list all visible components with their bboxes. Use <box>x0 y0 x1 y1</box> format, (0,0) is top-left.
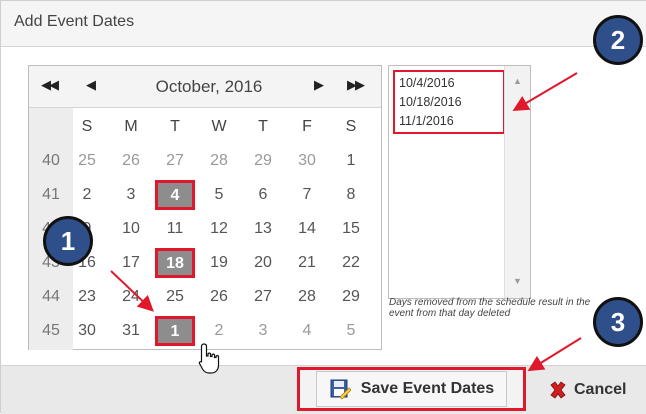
calendar-day[interactable]: 6 <box>241 178 285 212</box>
calendar-day[interactable]: 24 <box>109 280 153 314</box>
calendar-day[interactable]: 22 <box>329 246 373 280</box>
cancel-button[interactable]: Cancel <box>548 377 626 403</box>
list-scrollbar[interactable]: ▲ ▼ <box>504 66 530 298</box>
hand-pointer-icon <box>198 343 220 374</box>
calendar-day[interactable]: 13 <box>241 212 285 246</box>
weekday-header: F <box>302 118 312 135</box>
calendar-day[interactable]: 3 <box>241 314 285 348</box>
calendar-day[interactable]: 25 <box>65 144 109 178</box>
selected-dates-highlight: 10/4/2016 10/18/2016 11/1/2016 <box>393 70 505 134</box>
calendar-day[interactable]: 30 <box>285 144 329 178</box>
calendar-day[interactable]: 5 <box>329 314 373 348</box>
calendar-day[interactable]: 4 <box>285 314 329 348</box>
calendar-day[interactable]: 21 <box>285 246 329 280</box>
list-item[interactable]: 11/1/2016 <box>399 112 503 131</box>
calendar-day-selected[interactable]: 4 <box>155 180 195 210</box>
selected-dates-list[interactable]: 10/4/2016 10/18/2016 11/1/2016 ▲ ▼ <box>388 65 531 299</box>
callout-badge-1: 1 <box>43 216 93 266</box>
calendar-day[interactable]: 28 <box>197 144 241 178</box>
save-button-label: Save Event Dates <box>360 380 495 397</box>
cancel-x-icon <box>550 381 566 399</box>
calendar-day[interactable]: 5 <box>197 178 241 212</box>
weekday-header: W <box>211 118 227 135</box>
calendar-day[interactable]: 3 <box>109 178 153 212</box>
calendar: ◀◀ ◀ October, 2016 ▶ ▶▶ S M T W T F S 40 25 26 27 2… <box>28 65 382 350</box>
calendar-day[interactable]: 19 <box>197 246 241 280</box>
list-item[interactable]: 10/18/2016 <box>399 93 503 112</box>
prev-month-button[interactable]: ◀ <box>86 77 96 93</box>
calendar-day[interactable]: 15 <box>329 212 373 246</box>
calendar-day[interactable]: 27 <box>241 280 285 314</box>
calendar-day[interactable]: 7 <box>285 178 329 212</box>
calendar-day-selected[interactable]: 1 <box>155 316 195 346</box>
calendar-day-selected[interactable]: 18 <box>155 248 195 278</box>
weekday-header: M <box>124 118 138 135</box>
callout-badge-3: 3 <box>593 297 643 347</box>
add-event-dates-dialog: Add Event Dates ◀◀ ◀ October, 2016 ▶ ▶▶ … <box>0 0 646 414</box>
calendar-day[interactable]: 17 <box>109 246 153 280</box>
calendar-day[interactable]: 25 <box>153 280 197 314</box>
scroll-up-icon[interactable]: ▲ <box>513 76 522 86</box>
save-event-dates-button[interactable]: Save Event Dates <box>297 367 526 411</box>
calendar-day[interactable]: 10 <box>109 212 153 246</box>
next-month-button[interactable]: ▶ <box>314 77 324 93</box>
calendar-day[interactable]: 26 <box>197 280 241 314</box>
calendar-day[interactable]: 11 <box>153 212 197 246</box>
calendar-day[interactable]: 23 <box>65 280 109 314</box>
calendar-day[interactable]: 8 <box>329 178 373 212</box>
callout-badge-2: 2 <box>593 15 643 65</box>
calendar-day[interactable]: 20 <box>241 246 285 280</box>
calendar-day[interactable]: 12 <box>197 212 241 246</box>
list-item[interactable]: 10/4/2016 <box>399 74 503 93</box>
first-month-button[interactable]: ◀◀ <box>41 77 59 93</box>
calendar-day[interactable]: 30 <box>65 314 109 348</box>
month-title[interactable]: October, 2016 <box>129 77 289 97</box>
removal-note: Days removed from the schedule result in… <box>389 297 591 319</box>
scroll-down-icon[interactable]: ▼ <box>513 276 522 286</box>
weekday-header: T <box>258 118 268 135</box>
weekday-header: T <box>170 118 180 135</box>
calendar-day[interactable]: 14 <box>285 212 329 246</box>
calendar-day[interactable]: 26 <box>109 144 153 178</box>
calendar-day[interactable]: 27 <box>153 144 197 178</box>
calendar-header: ◀◀ ◀ October, 2016 ▶ ▶▶ <box>29 66 381 108</box>
calendar-day[interactable]: 29 <box>241 144 285 178</box>
weekday-header: S <box>81 118 93 135</box>
save-icon <box>330 379 351 400</box>
calendar-day[interactable]: 31 <box>109 314 153 348</box>
dialog-title: Add Event Dates <box>1 1 646 47</box>
cancel-button-label: Cancel <box>574 381 627 398</box>
calendar-day[interactable]: 28 <box>285 280 329 314</box>
weekday-header: S <box>345 118 357 135</box>
calendar-day[interactable]: 29 <box>329 280 373 314</box>
calendar-day[interactable]: 2 <box>65 178 109 212</box>
calendar-day[interactable]: 1 <box>329 144 373 178</box>
last-month-button[interactable]: ▶▶ <box>347 77 365 93</box>
